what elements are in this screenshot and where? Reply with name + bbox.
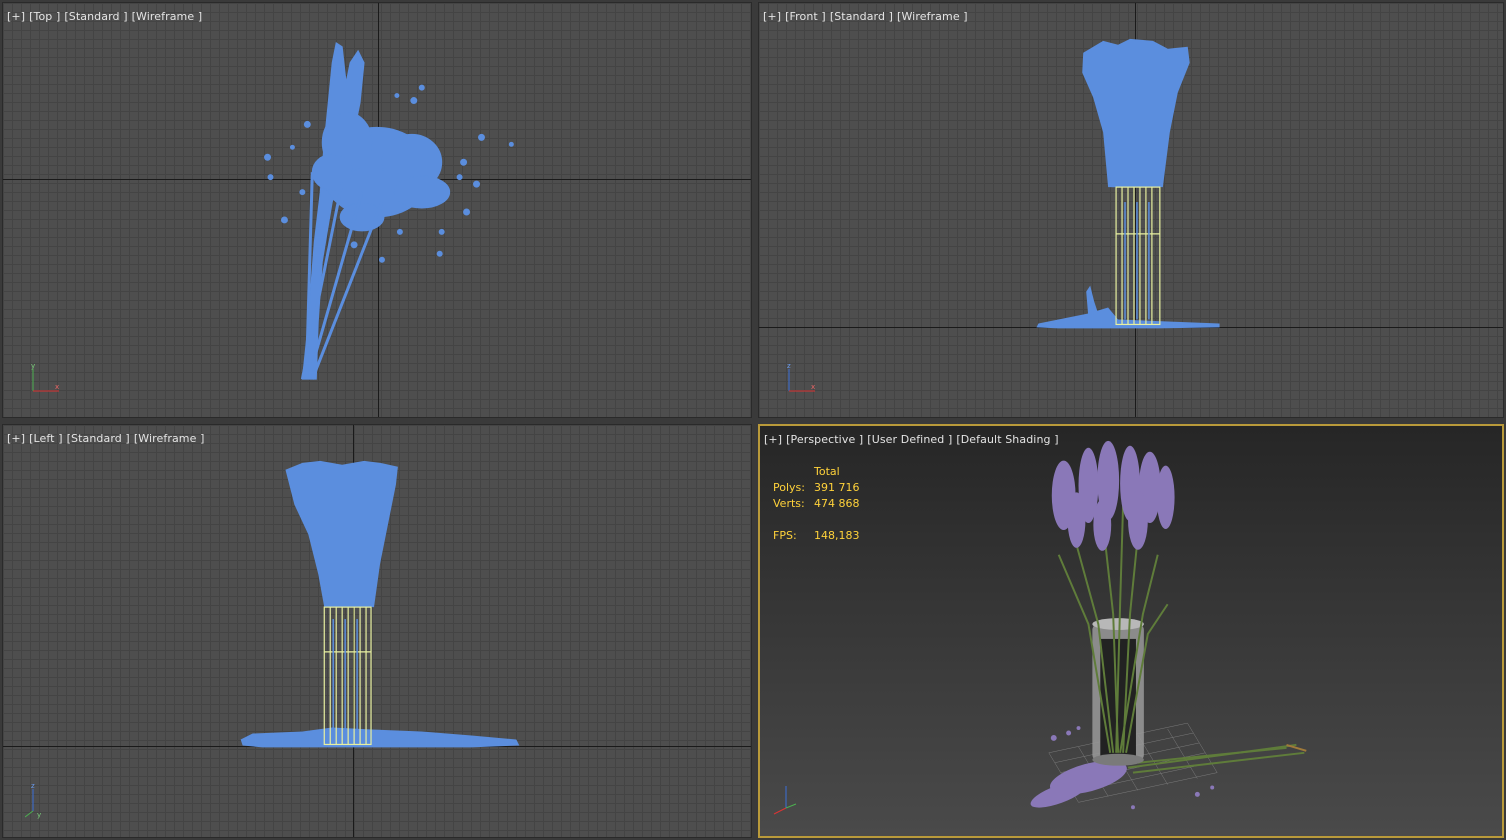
svg-text:z: z <box>31 782 35 790</box>
shading-mode-label[interactable]: [Standard ] <box>64 10 127 23</box>
lavender-vase-front-wireframe[interactable] <box>759 3 1503 417</box>
verts-label: Verts: <box>773 497 805 510</box>
shading-mode-label[interactable]: [Standard ] <box>67 432 130 445</box>
view-type-label[interactable]: [Front ] <box>785 10 826 23</box>
statistics-overlay: Total Polys: 391 716 Verts: 474 868 FPS:… <box>773 464 860 544</box>
display-mode-label[interactable]: [Wireframe ] <box>134 432 205 445</box>
viewport-menu-button[interactable]: [+] <box>7 10 25 23</box>
lavender-vase-left-wireframe[interactable] <box>3 425 751 837</box>
viewport-perspective[interactable]: [+] [Perspective ] [User Defined ] [Defa… <box>758 424 1504 838</box>
svg-text:y: y <box>37 811 41 819</box>
viewport-label-perspective: [+] [Perspective ] [User Defined ] [Defa… <box>764 433 1059 446</box>
viewport-left[interactable]: [+] [Left ] [Standard ] [Wireframe ] z y <box>2 424 752 838</box>
viewport-menu-button[interactable]: [+] <box>763 10 781 23</box>
stats-header: Total <box>814 465 840 478</box>
axis-gizmo: z y <box>25 782 41 819</box>
viewport-label-front: [+] [Front ] [Standard ] [Wireframe ] <box>763 10 968 23</box>
viewport-menu-button[interactable]: [+] <box>764 433 782 446</box>
polys-label: Polys: <box>773 481 805 494</box>
view-type-label[interactable]: [Left ] <box>29 432 62 445</box>
polys-value: 391 716 <box>814 481 860 494</box>
svg-text:x: x <box>55 383 59 391</box>
verts-value: 474 868 <box>814 497 860 510</box>
svg-text:x: x <box>811 383 815 391</box>
svg-text:y: y <box>31 362 35 370</box>
view-type-label[interactable]: [Top ] <box>29 10 60 23</box>
viewport-top[interactable]: [+] [Top ] [Standard ] [Wireframe ] y x <box>2 2 752 418</box>
shading-mode-label[interactable]: [Standard ] <box>830 10 893 23</box>
camera-mode-label[interactable]: [User Defined ] <box>867 433 952 446</box>
viewport-label-left: [+] [Left ] [Standard ] [Wireframe ] <box>7 432 204 445</box>
fps-label: FPS: <box>773 529 797 542</box>
viewport-menu-button[interactable]: [+] <box>7 432 25 445</box>
shading-mode-label[interactable]: [Default Shading ] <box>956 433 1058 446</box>
lavender-vase-top-wireframe[interactable] <box>3 3 751 417</box>
view-type-label[interactable]: [Perspective ] <box>786 433 863 446</box>
axis-gizmo <box>773 786 797 815</box>
svg-text:z: z <box>787 362 791 370</box>
fps-value: 148,183 <box>814 529 860 542</box>
axis-gizmo: z x <box>787 362 815 392</box>
display-mode-label[interactable]: [Wireframe ] <box>132 10 203 23</box>
axis-gizmo: y x <box>31 362 59 392</box>
viewport-front[interactable]: [+] [Front ] [Standard ] [Wireframe ] z … <box>758 2 1504 418</box>
viewport-label-top: [+] [Top ] [Standard ] [Wireframe ] <box>7 10 202 23</box>
display-mode-label[interactable]: [Wireframe ] <box>897 10 968 23</box>
lavender-vase-render[interactable] <box>760 426 1502 836</box>
